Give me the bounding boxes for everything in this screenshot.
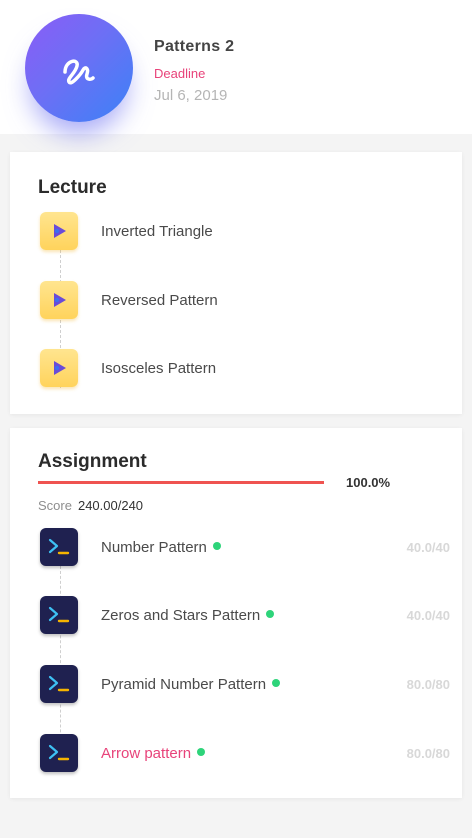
assignment-item-score: 40.0/40 — [406, 608, 450, 623]
score-label: Score — [38, 498, 72, 513]
terminal-icon — [40, 734, 78, 772]
course-header: Patterns 2 Deadline Jul 6, 2019 — [0, 0, 472, 134]
status-complete-dot — [197, 748, 206, 756]
assignment-item[interactable]: Zeros and Stars Pattern 40.0/40 — [40, 596, 450, 636]
assignment-progress-fill — [38, 481, 324, 484]
assignment-item-score: 80.0/80 — [406, 677, 450, 692]
assignment-item-label: Zeros and Stars Pattern — [101, 607, 275, 624]
play-video-icon — [40, 281, 78, 319]
play-video-icon — [40, 212, 78, 250]
course-title: Patterns 2 — [154, 38, 235, 55]
terminal-icon — [40, 665, 78, 703]
deadline-date: Jul 6, 2019 — [154, 87, 228, 104]
terminal-icon — [40, 596, 78, 634]
play-video-icon — [40, 349, 78, 387]
assignment-item-active[interactable]: Arrow pattern 80.0/80 — [40, 734, 450, 774]
course-logo — [25, 14, 133, 122]
status-complete-dot — [272, 679, 281, 687]
assignment-title: Assignment — [38, 451, 147, 472]
lecture-item-label: Isosceles Pattern — [101, 360, 217, 377]
terminal-icon — [40, 528, 78, 566]
score-value: 240.00/240 — [77, 498, 144, 513]
status-complete-dot — [266, 610, 275, 618]
assignment-item-score: 40.0/40 — [406, 540, 450, 555]
deadline-label: Deadline — [154, 66, 206, 81]
assignment-item-label: Arrow pattern — [101, 745, 206, 762]
squiggle-icon — [63, 59, 95, 85]
lecture-card: Lecture Inverted Triangle Reversed Patte… — [10, 152, 462, 414]
assignment-item-label: Pyramid Number Pattern — [101, 676, 281, 693]
status-complete-dot — [212, 542, 221, 550]
assignment-item-label: Number Pattern — [101, 539, 221, 556]
assignment-item[interactable]: Pyramid Number Pattern 80.0/80 — [40, 665, 450, 705]
assignment-item-score: 80.0/80 — [406, 746, 450, 761]
assignment-item[interactable]: Number Pattern 40.0/40 — [40, 528, 450, 568]
lecture-item[interactable]: Inverted Triangle — [40, 212, 450, 252]
lecture-item-label: Reversed Pattern — [101, 292, 218, 309]
assignment-progress-text: 100.0% — [346, 475, 391, 490]
lecture-item[interactable]: Reversed Pattern — [40, 281, 450, 321]
assignment-progress-bar — [38, 481, 324, 484]
lecture-item-label: Inverted Triangle — [101, 223, 213, 240]
lecture-title: Lecture — [38, 177, 107, 198]
assignment-card: Assignment 100.0% Score 240.00/240 Number… — [10, 428, 462, 798]
assignment-score: Score 240.00/240 — [38, 498, 143, 513]
lecture-item[interactable]: Isosceles Pattern — [40, 349, 450, 389]
